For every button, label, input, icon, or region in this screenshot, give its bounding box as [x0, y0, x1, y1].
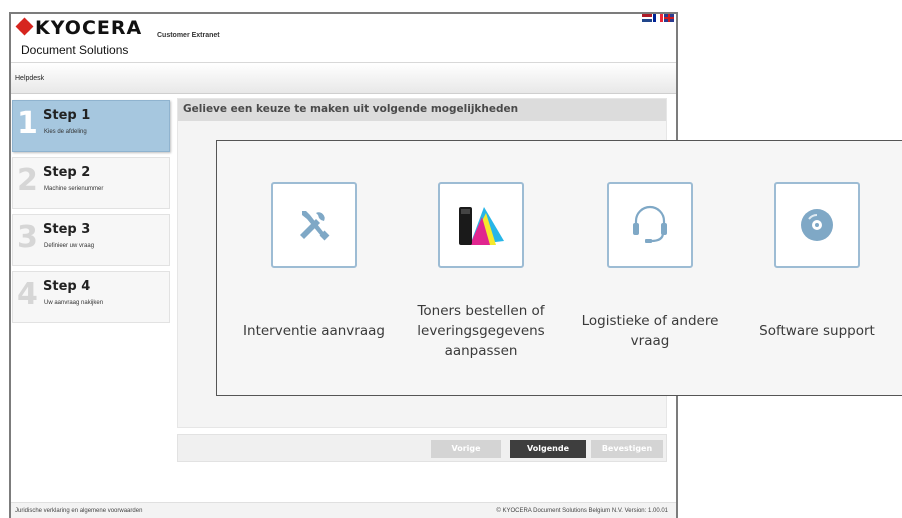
option-label-line: Toners bestellen of	[417, 303, 545, 319]
tools-icon	[300, 211, 330, 241]
disc-icon	[801, 209, 833, 241]
step-title: Step 3	[43, 222, 91, 237]
step-item-1[interactable]: 1 Step 1 Kies de afdeling	[12, 100, 170, 152]
logo-subtitle: Document Solutions	[21, 43, 129, 57]
logo-wordmark: KYOCERA	[35, 17, 143, 39]
option-order-toners[interactable]: Toners bestellen of leveringsgegevens aa…	[401, 141, 561, 397]
next-button[interactable]: Volgende	[510, 440, 586, 458]
option-tile[interactable]	[438, 182, 524, 268]
toner-icon	[459, 207, 504, 245]
headset-icon	[633, 205, 667, 243]
option-label-line: aanpassen	[444, 343, 518, 359]
option-logistics[interactable]: Logistieke of andere vraag	[570, 141, 730, 397]
option-tile[interactable]	[774, 182, 860, 268]
content-title-bar: Gelieve een keuze te maken uit volgende …	[178, 99, 666, 121]
step-title: Step 1	[43, 108, 91, 123]
language-switcher	[642, 14, 674, 23]
step-navigation: 1 Step 1 Kies de afdeling 2 Step 2 Machi…	[12, 100, 170, 328]
wizard-button-bar: Vorige Volgende Bevestigen	[177, 434, 667, 462]
site-title: Customer Extranet	[157, 32, 220, 39]
option-service-request[interactable]: Interventie aanvraag	[234, 141, 394, 397]
zoomed-options-panel: Interventie aanvraag Toners bestellen of…	[216, 140, 902, 396]
confirm-button[interactable]: Bevestigen	[591, 440, 663, 458]
english-flag-icon[interactable]	[664, 14, 674, 22]
kyocera-logo-mark-icon	[15, 17, 34, 36]
french-flag-icon[interactable]	[653, 14, 663, 22]
kyocera-logo[interactable]: KYOCERA Document Solutions	[15, 17, 143, 57]
step-number: 3	[17, 220, 38, 255]
step-subtitle: Uw aanvraag nakijken	[44, 300, 104, 306]
step-subtitle: Machine serienummer	[44, 186, 104, 192]
copyright-text: © KYOCERA Document Solutions Belgium N.V…	[496, 508, 668, 514]
option-tile[interactable]	[607, 182, 693, 268]
step-number: 2	[17, 163, 38, 198]
site-footer: Juridische verklaring en algemene voorwa…	[11, 502, 676, 518]
legal-link[interactable]: Juridische verklaring en algemene voorwa…	[15, 508, 142, 514]
step-subtitle: Kies de afdeling	[44, 129, 87, 135]
option-label-line: Logistieke of andere	[581, 313, 719, 329]
step-subtitle: Definieer uw vraag	[44, 243, 95, 249]
option-label: Interventie aanvraag	[243, 323, 385, 339]
page-title: Gelieve een keuze te maken uit volgende …	[183, 103, 519, 115]
navigation-bar: Helpdesk	[11, 62, 676, 94]
step-item-2[interactable]: 2 Step 2 Machine serienummer	[12, 157, 170, 209]
step-title: Step 4	[43, 279, 91, 294]
helpdesk-link[interactable]: Helpdesk	[15, 75, 44, 82]
step-title: Step 2	[43, 165, 91, 180]
step-number: 4	[17, 277, 38, 312]
option-label: Toners bestellen of leveringsgegevens aa…	[401, 301, 561, 361]
option-label: Software support	[759, 323, 875, 339]
step-number: 1	[17, 106, 38, 141]
previous-button[interactable]: Vorige	[431, 440, 501, 458]
option-tile[interactable]	[271, 182, 357, 268]
option-label: Logistieke of andere vraag	[570, 311, 730, 351]
option-software-support[interactable]: Software support	[737, 141, 897, 397]
dutch-flag-icon[interactable]	[642, 14, 652, 23]
site-header: KYOCERA Document Solutions Customer Extr…	[11, 14, 676, 62]
option-label-line: vraag	[630, 333, 670, 349]
step-item-4[interactable]: 4 Step 4 Uw aanvraag nakijken	[12, 271, 170, 323]
option-label-line: leveringsgegevens	[417, 323, 545, 339]
step-item-3[interactable]: 3 Step 3 Definieer uw vraag	[12, 214, 170, 266]
